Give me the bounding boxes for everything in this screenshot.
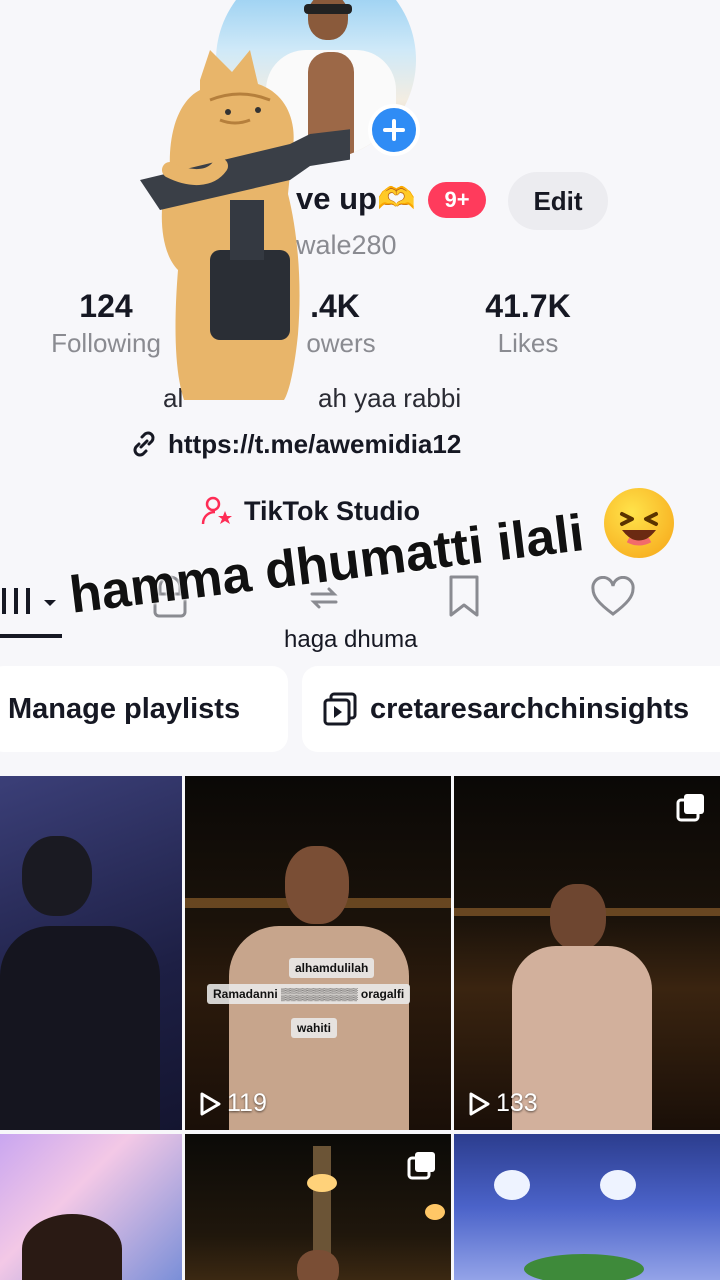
likes-count[interactable]: 41.7K [466,288,590,325]
edit-profile-button[interactable]: Edit [508,172,608,230]
tiktok-studio-button[interactable]: TikTok Studio [200,492,420,530]
heart-icon [591,575,635,616]
tab-videos[interactable] [0,586,60,621]
active-tab-indicator [0,634,62,638]
tab-liked[interactable] [590,575,636,623]
tab-favorites[interactable] [446,574,482,623]
video-caption-line: wahiti [291,1018,338,1038]
playlist-chips: Manage playlists cretaresarchchinsights [0,666,720,752]
notification-badge[interactable]: 9+ [428,182,486,218]
manage-playlists-chip[interactable]: Manage playlists [0,666,288,752]
plus-icon [383,119,405,141]
multi-photo-icon [676,792,706,827]
video-caption-line: Ramadanni ▒▒▒▒▒▒▒▒▒ oragalfi [207,984,411,1004]
profile-link-text[interactable]: https://t.me/awemidia12 [168,429,461,460]
video-thumbnail[interactable] [0,776,182,1130]
video-thumbnail[interactable]: 133 [454,776,720,1130]
cat-drill-sticker [140,50,350,400]
laughing-squint-emoji-icon [604,488,674,558]
playlist-chip-label: cretaresarchchinsights [370,692,690,725]
play-count-value: 119 [227,1089,267,1117]
play-count: 119 [199,1089,267,1118]
video-thumbnail[interactable] [454,1134,720,1280]
bookmark-icon [449,575,479,617]
repost-tooltip-label: haga dhuma [284,626,418,653]
video-caption-line: alhamdulilah [289,958,375,978]
video-thumbnail[interactable] [185,1134,451,1280]
video-thumbnail[interactable] [0,1134,182,1280]
play-count-value: 133 [496,1089,538,1117]
play-count: 133 [468,1089,538,1118]
studio-person-icon [201,496,232,525]
profile-link[interactable]: https://t.me/awemidia12 [128,426,461,462]
multi-photo-icon [407,1150,437,1185]
add-story-button[interactable] [368,104,420,156]
video-grid: alhamdulilah Ramadanni ▒▒▒▒▒▒▒▒▒ oragalf… [0,776,720,1280]
grid-tab-icon [2,588,56,614]
playlist-chip[interactable]: cretaresarchchinsights [302,666,720,752]
link-icon [133,431,155,457]
tiktok-studio-label: TikTok Studio [244,495,421,526]
likes-label: Likes [497,328,559,358]
play-icon [469,1092,490,1115]
play-icon [200,1092,221,1115]
video-thumbnail[interactable]: alhamdulilah Ramadanni ▒▒▒▒▒▒▒▒▒ oragalf… [185,776,451,1130]
playlist-icon [323,692,357,726]
manage-playlists-label: Manage playlists [8,692,241,725]
